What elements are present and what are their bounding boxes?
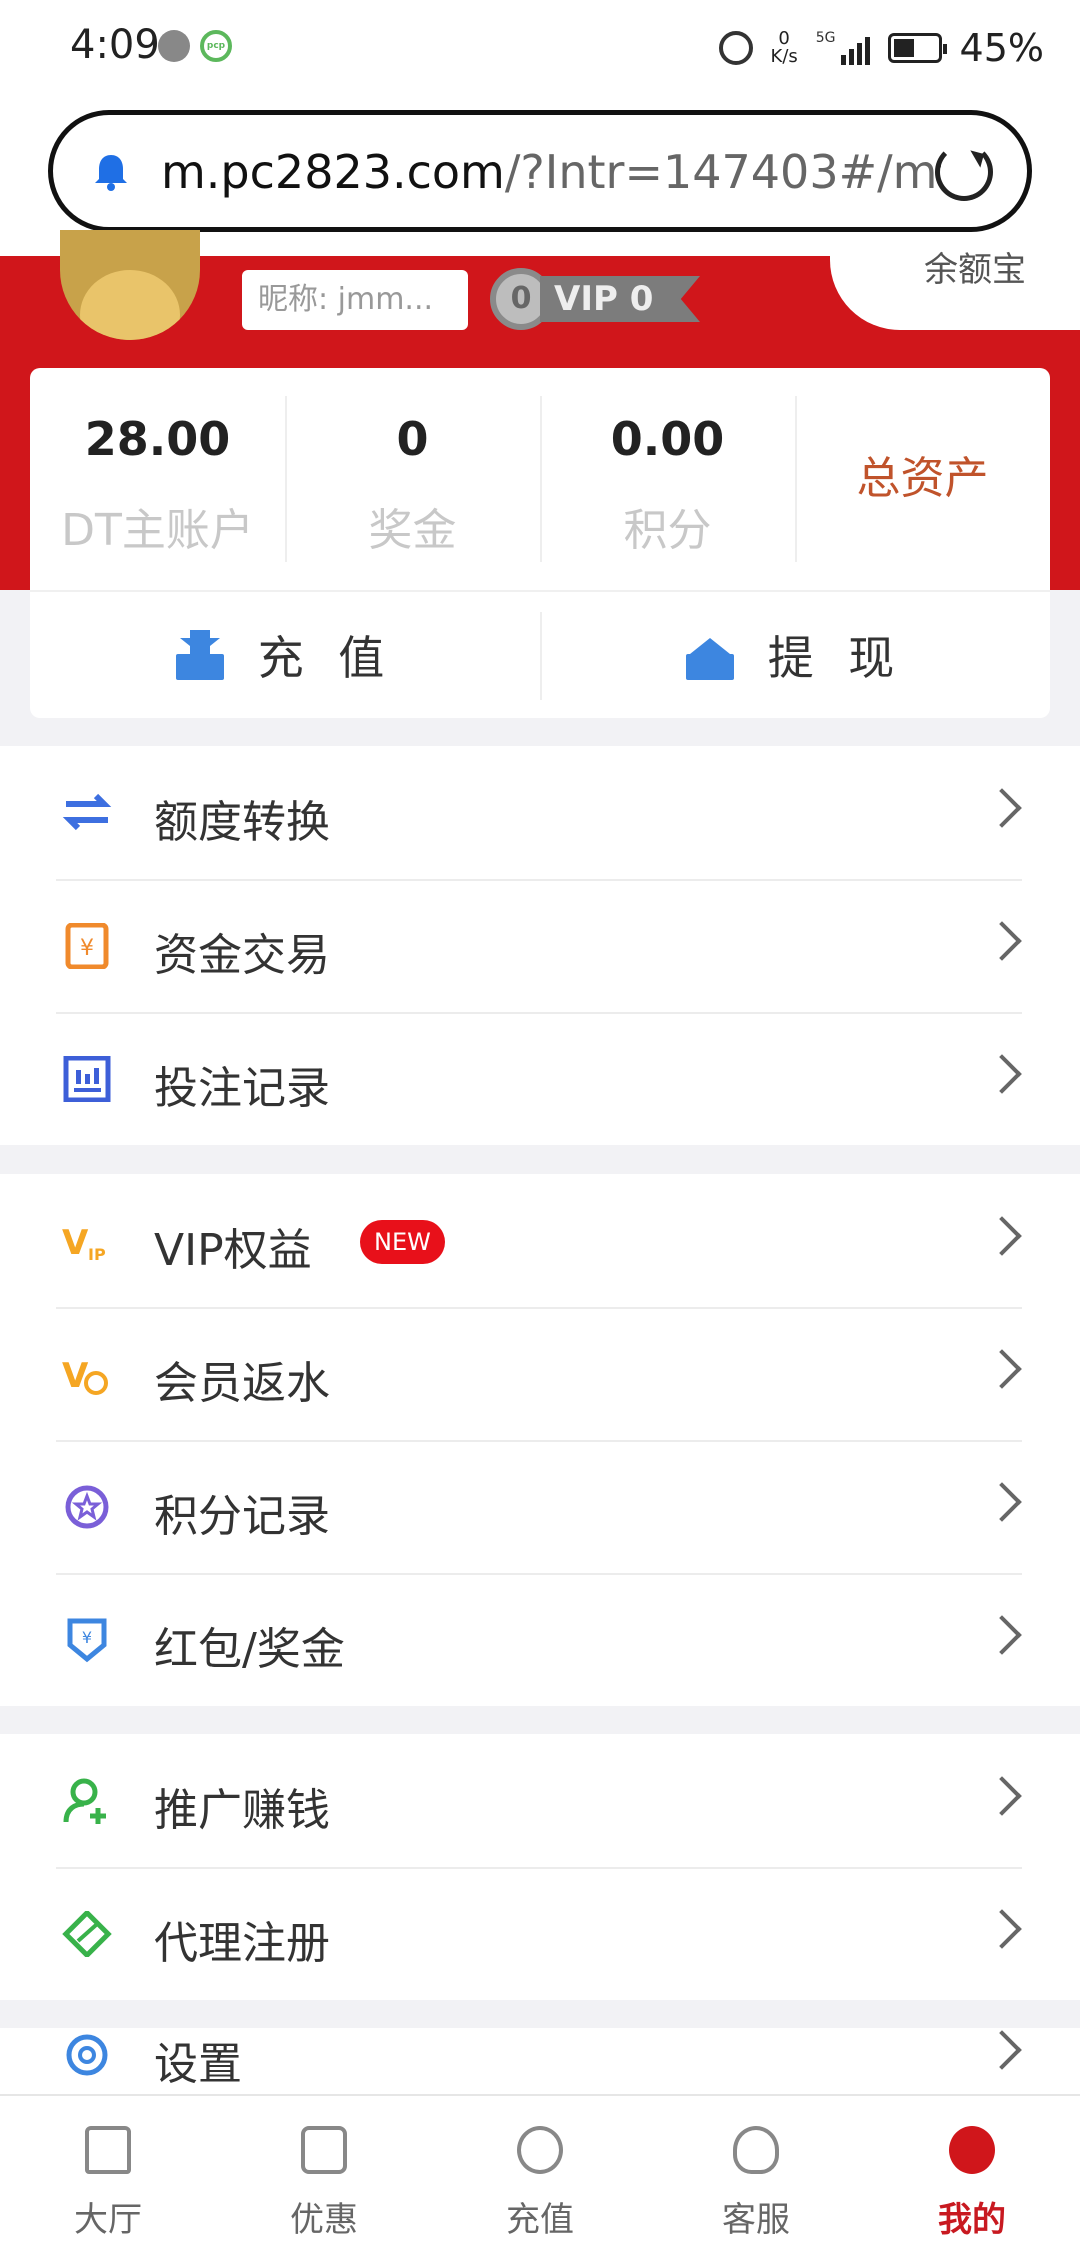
stat-total-assets[interactable]: 总资产: [795, 368, 1050, 588]
url-text[interactable]: m.pc2823.com/?Intr=147403#/my: [161, 145, 941, 199]
stat-main-account[interactable]: 28.00 DT主账户: [30, 368, 285, 588]
stat-points[interactable]: 0.00 积分: [540, 368, 795, 588]
deposit-button[interactable]: 充 值: [30, 592, 540, 718]
avatar[interactable]: [60, 230, 200, 340]
battery-icon: [887, 33, 947, 63]
net-speed: 0 K/s: [770, 28, 798, 67]
url-bar[interactable]: m.pc2823.com/?Intr=147403#/my: [48, 110, 1032, 232]
status-bar: 4:09 pcp 0 K/s 5G 45%: [0, 0, 1080, 96]
vip-label: VIP 0: [540, 276, 700, 322]
vip-icon: V IP: [62, 1223, 106, 1264]
transfer-icon: [62, 793, 112, 831]
chevron-right-icon: [982, 1615, 1022, 1655]
menu-group-settings: 设置: [0, 2028, 1080, 2094]
menu-group-agent: 推广赚钱 代理注册: [0, 1734, 1080, 2000]
status-time: 4:09: [70, 22, 160, 68]
menu-item-promote[interactable]: 推广赚钱: [0, 1734, 1080, 1867]
bottom-tab-bar: 大厅 优惠 充值 客服 我的: [0, 2094, 1080, 2254]
settings-icon: [66, 2034, 108, 2076]
withdraw-button[interactable]: 提 现: [540, 592, 1050, 718]
menu-item-transfer[interactable]: 额度转换: [0, 746, 1080, 879]
nickname[interactable]: 昵称: jmm...: [242, 270, 468, 330]
svg-text:V: V: [62, 1356, 89, 1396]
menu-item-points-record[interactable]: 积分记录: [0, 1440, 1080, 1573]
chevron-right-icon: [982, 1054, 1022, 1094]
bet-record-icon: [63, 1056, 111, 1102]
menu-item-rebate[interactable]: V 会员返水: [0, 1307, 1080, 1440]
chevron-right-icon: [982, 1482, 1022, 1522]
signal-icon: 5G: [816, 31, 870, 65]
agent-icon: [62, 1911, 112, 1957]
vip-badge[interactable]: 0 VIP 0: [490, 268, 700, 330]
rebate-icon: V: [62, 1356, 108, 1396]
svg-text:V: V: [62, 1223, 89, 1263]
home-icon: [85, 2126, 131, 2174]
chevron-right-icon: [982, 788, 1022, 828]
tab-deposit[interactable]: 充值: [432, 2096, 648, 2254]
redpacket-icon: ¥: [67, 1618, 107, 1663]
tab-support[interactable]: 客服: [648, 2096, 864, 2254]
menu-item-agent-register[interactable]: 代理注册: [0, 1867, 1080, 2000]
chevron-right-icon: [982, 1349, 1022, 1389]
chevron-right-icon: [982, 921, 1022, 961]
app-notification-icon: pcp: [200, 30, 232, 62]
promote-icon: [63, 1778, 106, 1824]
new-badge: NEW: [360, 1220, 445, 1264]
chevron-right-icon: [982, 1909, 1022, 1949]
svg-text:IP: IP: [88, 1245, 106, 1264]
menu-group-vip: V IP VIP权益 NEW V 会员返水 积分记录 ¥ 红包/奖金: [0, 1174, 1080, 1706]
balance-card: 28.00 DT主账户 0 奖金 0.00 积分 总资产 充 值 提 现: [30, 368, 1050, 718]
battery-percent: 45%: [959, 26, 1044, 70]
fund-icon: ¥: [65, 923, 109, 969]
promo-icon: [301, 2126, 347, 2174]
tab-promotions[interactable]: 优惠: [216, 2096, 432, 2254]
notification-bell-icon[interactable]: [93, 153, 129, 191]
svg-text:¥: ¥: [80, 936, 94, 961]
support-icon: [733, 2126, 779, 2174]
stat-bonus[interactable]: 0 奖金: [285, 368, 540, 588]
menu-item-settings[interactable]: 设置: [0, 2028, 1080, 2094]
yue-bao-button[interactable]: 余额宝: [830, 240, 1080, 330]
menu-item-vip-benefits[interactable]: V IP VIP权益 NEW: [0, 1174, 1080, 1307]
alarm-icon: [718, 31, 753, 65]
reload-icon[interactable]: [935, 143, 993, 201]
profile-icon: [949, 2126, 995, 2174]
menu-item-bet-record[interactable]: 投注记录: [0, 1012, 1080, 1145]
withdraw-icon: [685, 630, 734, 680]
chevron-right-icon: [982, 1216, 1022, 1256]
wechat-icon: [158, 30, 190, 62]
menu-item-red-packet[interactable]: ¥ 红包/奖金: [0, 1573, 1080, 1706]
tab-lobby[interactable]: 大厅: [0, 2096, 216, 2254]
points-icon: [65, 1485, 109, 1529]
menu-item-fund-trade[interactable]: ¥ 资金交易: [0, 879, 1080, 1012]
tab-mine[interactable]: 我的: [864, 2096, 1080, 2254]
chevron-right-icon: [982, 2030, 1022, 2070]
deposit-icon: [517, 2126, 563, 2174]
deposit-icon: [175, 630, 224, 680]
menu-group-funds: 额度转换 ¥ 资金交易 投注记录: [0, 746, 1080, 1145]
chevron-right-icon: [982, 1776, 1022, 1816]
svg-text:¥: ¥: [82, 1628, 92, 1647]
